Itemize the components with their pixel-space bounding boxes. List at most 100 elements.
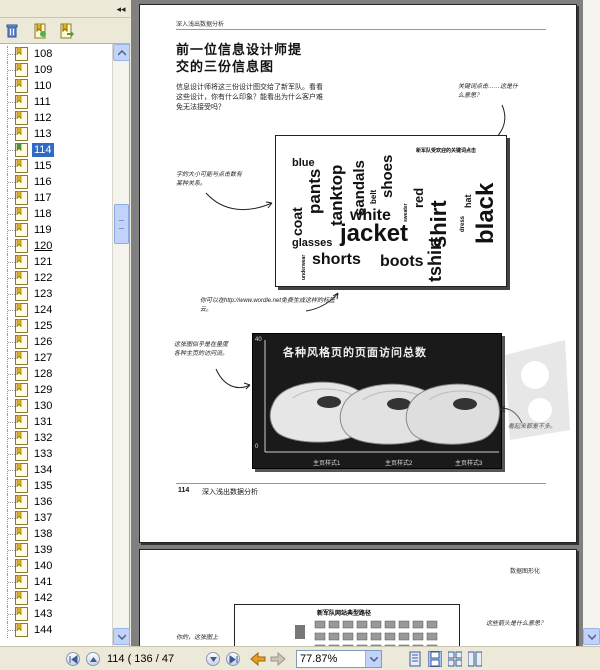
tree-line	[7, 126, 15, 142]
trash-icon[interactable]	[4, 23, 20, 39]
new-bookmark-icon[interactable]	[32, 23, 48, 39]
bookmark-item[interactable]: 141	[0, 574, 112, 590]
bookmark-item[interactable]: 116	[0, 174, 112, 190]
page-number: 114	[178, 487, 190, 494]
bookmark-arrow-icon[interactable]	[58, 23, 74, 39]
x-label-1: 主页样式1	[313, 461, 341, 467]
continuous-facing-view-icon[interactable]	[468, 651, 482, 667]
scroll-down-button[interactable]	[113, 628, 130, 645]
tree-line	[7, 574, 15, 590]
page-number-field[interactable]: 114 ( 136 / 47	[104, 651, 174, 667]
bookmark-item[interactable]: 144	[0, 622, 112, 638]
first-page-button[interactable]	[66, 652, 80, 666]
bookmark-icon	[15, 623, 28, 637]
bookmark-item[interactable]: 134	[0, 462, 112, 478]
bookmark-item[interactable]: 113	[0, 126, 112, 142]
title-line-2: 交的三份信息图	[176, 59, 275, 74]
bookmark-item[interactable]: 109	[0, 62, 112, 78]
annotation-left-1: 字的大小可能与点击数有某种关系。	[176, 172, 243, 187]
bookmark-item[interactable]: 143	[0, 606, 112, 622]
bookmark-item[interactable]: 140	[0, 558, 112, 574]
bookmark-list: 108 109 110 111 112 113 114 115 116 117 118 119 120 1…	[0, 44, 112, 646]
chevron-down-icon	[210, 657, 217, 662]
word-jacket: jacket	[340, 220, 409, 247]
next-running-header: 数据图形化	[510, 569, 541, 575]
cloud-caption: 新军队受欢迎的关键词点击	[416, 148, 477, 154]
bookmark-item[interactable]: 111	[0, 94, 112, 110]
tree-line	[7, 590, 15, 606]
pdf-page: 深入浅出数据分析 前一位信息设计师提 交的三份信息图 信息设计师将这三份设计图交…	[139, 4, 577, 543]
tree-line	[7, 62, 15, 78]
facing-pages-view-icon[interactable]	[448, 651, 462, 667]
single-page-view-icon[interactable]	[408, 651, 422, 667]
bookmark-icon	[15, 527, 28, 541]
bookmark-item[interactable]: 108	[0, 46, 112, 62]
bookmark-item[interactable]: 137	[0, 510, 112, 526]
tree-line	[7, 558, 15, 574]
chevron-up-icon	[90, 657, 97, 662]
zoom-dropdown-button[interactable]	[365, 651, 381, 667]
bookmark-item[interactable]: 130	[0, 398, 112, 414]
bookmark-item[interactable]: 142	[0, 590, 112, 606]
bookmark-label: 140	[34, 560, 53, 572]
bookmark-scrollbar[interactable]	[112, 44, 130, 646]
zoom-select[interactable]: 77.87%	[296, 650, 382, 668]
bookmark-item[interactable]: 136	[0, 494, 112, 510]
tree-line	[7, 286, 15, 302]
bookmark-item[interactable]: 120	[0, 238, 112, 254]
bookmark-item[interactable]: 114	[0, 142, 112, 158]
bookmark-item[interactable]: 129	[0, 382, 112, 398]
bookmark-icon	[15, 239, 28, 253]
document-view[interactable]: 深入浅出数据分析 前一位信息设计师提 交的三份信息图 信息设计师将这三份设计图交…	[131, 0, 600, 646]
bookmark-label: 121	[34, 256, 53, 268]
bookmark-item[interactable]: 117	[0, 190, 112, 206]
running-header: 深入浅出数据分析	[176, 22, 225, 28]
bookmark-item[interactable]: 118	[0, 206, 112, 222]
bookmark-item[interactable]: 126	[0, 334, 112, 350]
word-underwear: underwear	[301, 254, 307, 280]
bookmark-item[interactable]: 123	[0, 286, 112, 302]
tree-line	[7, 606, 15, 622]
bookmark-item[interactable]: 133	[0, 446, 112, 462]
bookmark-item[interactable]: 125	[0, 318, 112, 334]
bookmark-label: 122	[34, 272, 53, 284]
bookmark-item[interactable]: 127	[0, 350, 112, 366]
bookmark-label: 126	[34, 336, 53, 348]
tree-line	[7, 622, 15, 638]
next-page-button[interactable]	[206, 652, 220, 666]
bookmark-item[interactable]: 132	[0, 430, 112, 446]
bookmark-item[interactable]: 115	[0, 158, 112, 174]
back-arrow-icon[interactable]	[250, 652, 266, 666]
doc-scroll-down-button[interactable]	[583, 628, 600, 645]
bookmark-label: 115	[34, 160, 52, 172]
document-scrollbar[interactable]	[583, 0, 600, 646]
word-cloud-figure: 新军队受欢迎的关键词点击 blue pants tanktop sandals …	[275, 135, 507, 287]
scroll-up-button[interactable]	[113, 44, 130, 61]
bookmark-icon	[15, 319, 28, 333]
continuous-view-icon[interactable]	[428, 651, 442, 667]
bookmark-item[interactable]: 139	[0, 542, 112, 558]
previous-page-button[interactable]	[86, 652, 100, 666]
bookmark-item[interactable]: 122	[0, 270, 112, 286]
bookmark-item[interactable]: 112	[0, 110, 112, 126]
tree-line	[7, 446, 15, 462]
bookmark-item[interactable]: 119	[0, 222, 112, 238]
last-page-button[interactable]	[226, 652, 240, 666]
bookmark-item[interactable]: 128	[0, 366, 112, 382]
word-shorts: shorts	[312, 251, 361, 268]
bookmark-item[interactable]: 131	[0, 414, 112, 430]
bookmark-item[interactable]: 124	[0, 302, 112, 318]
bookmark-label: 120	[34, 240, 53, 252]
collapse-panel-icon[interactable]: ◂◂	[116, 3, 126, 15]
forward-arrow-icon[interactable]	[270, 652, 286, 666]
body-paragraph: 信息设计师将这三份设计图交给了新军队。看看这些设计，你有什么印象？能看出为什么客…	[176, 84, 323, 111]
bookmark-label: 130	[34, 400, 53, 412]
bookmark-label: 108	[34, 48, 53, 60]
scroll-thumb[interactable]	[114, 204, 129, 244]
pdf-page-next: 数据图形化 新军队网站典型路径 你的，这张图上 这些箭头是什么意思？	[139, 549, 577, 646]
bookmark-item[interactable]: 135	[0, 478, 112, 494]
bookmark-item[interactable]: 121	[0, 254, 112, 270]
bookmark-item[interactable]: 110	[0, 78, 112, 94]
bookmark-item[interactable]: 138	[0, 526, 112, 542]
word-dress: dress	[460, 215, 466, 232]
